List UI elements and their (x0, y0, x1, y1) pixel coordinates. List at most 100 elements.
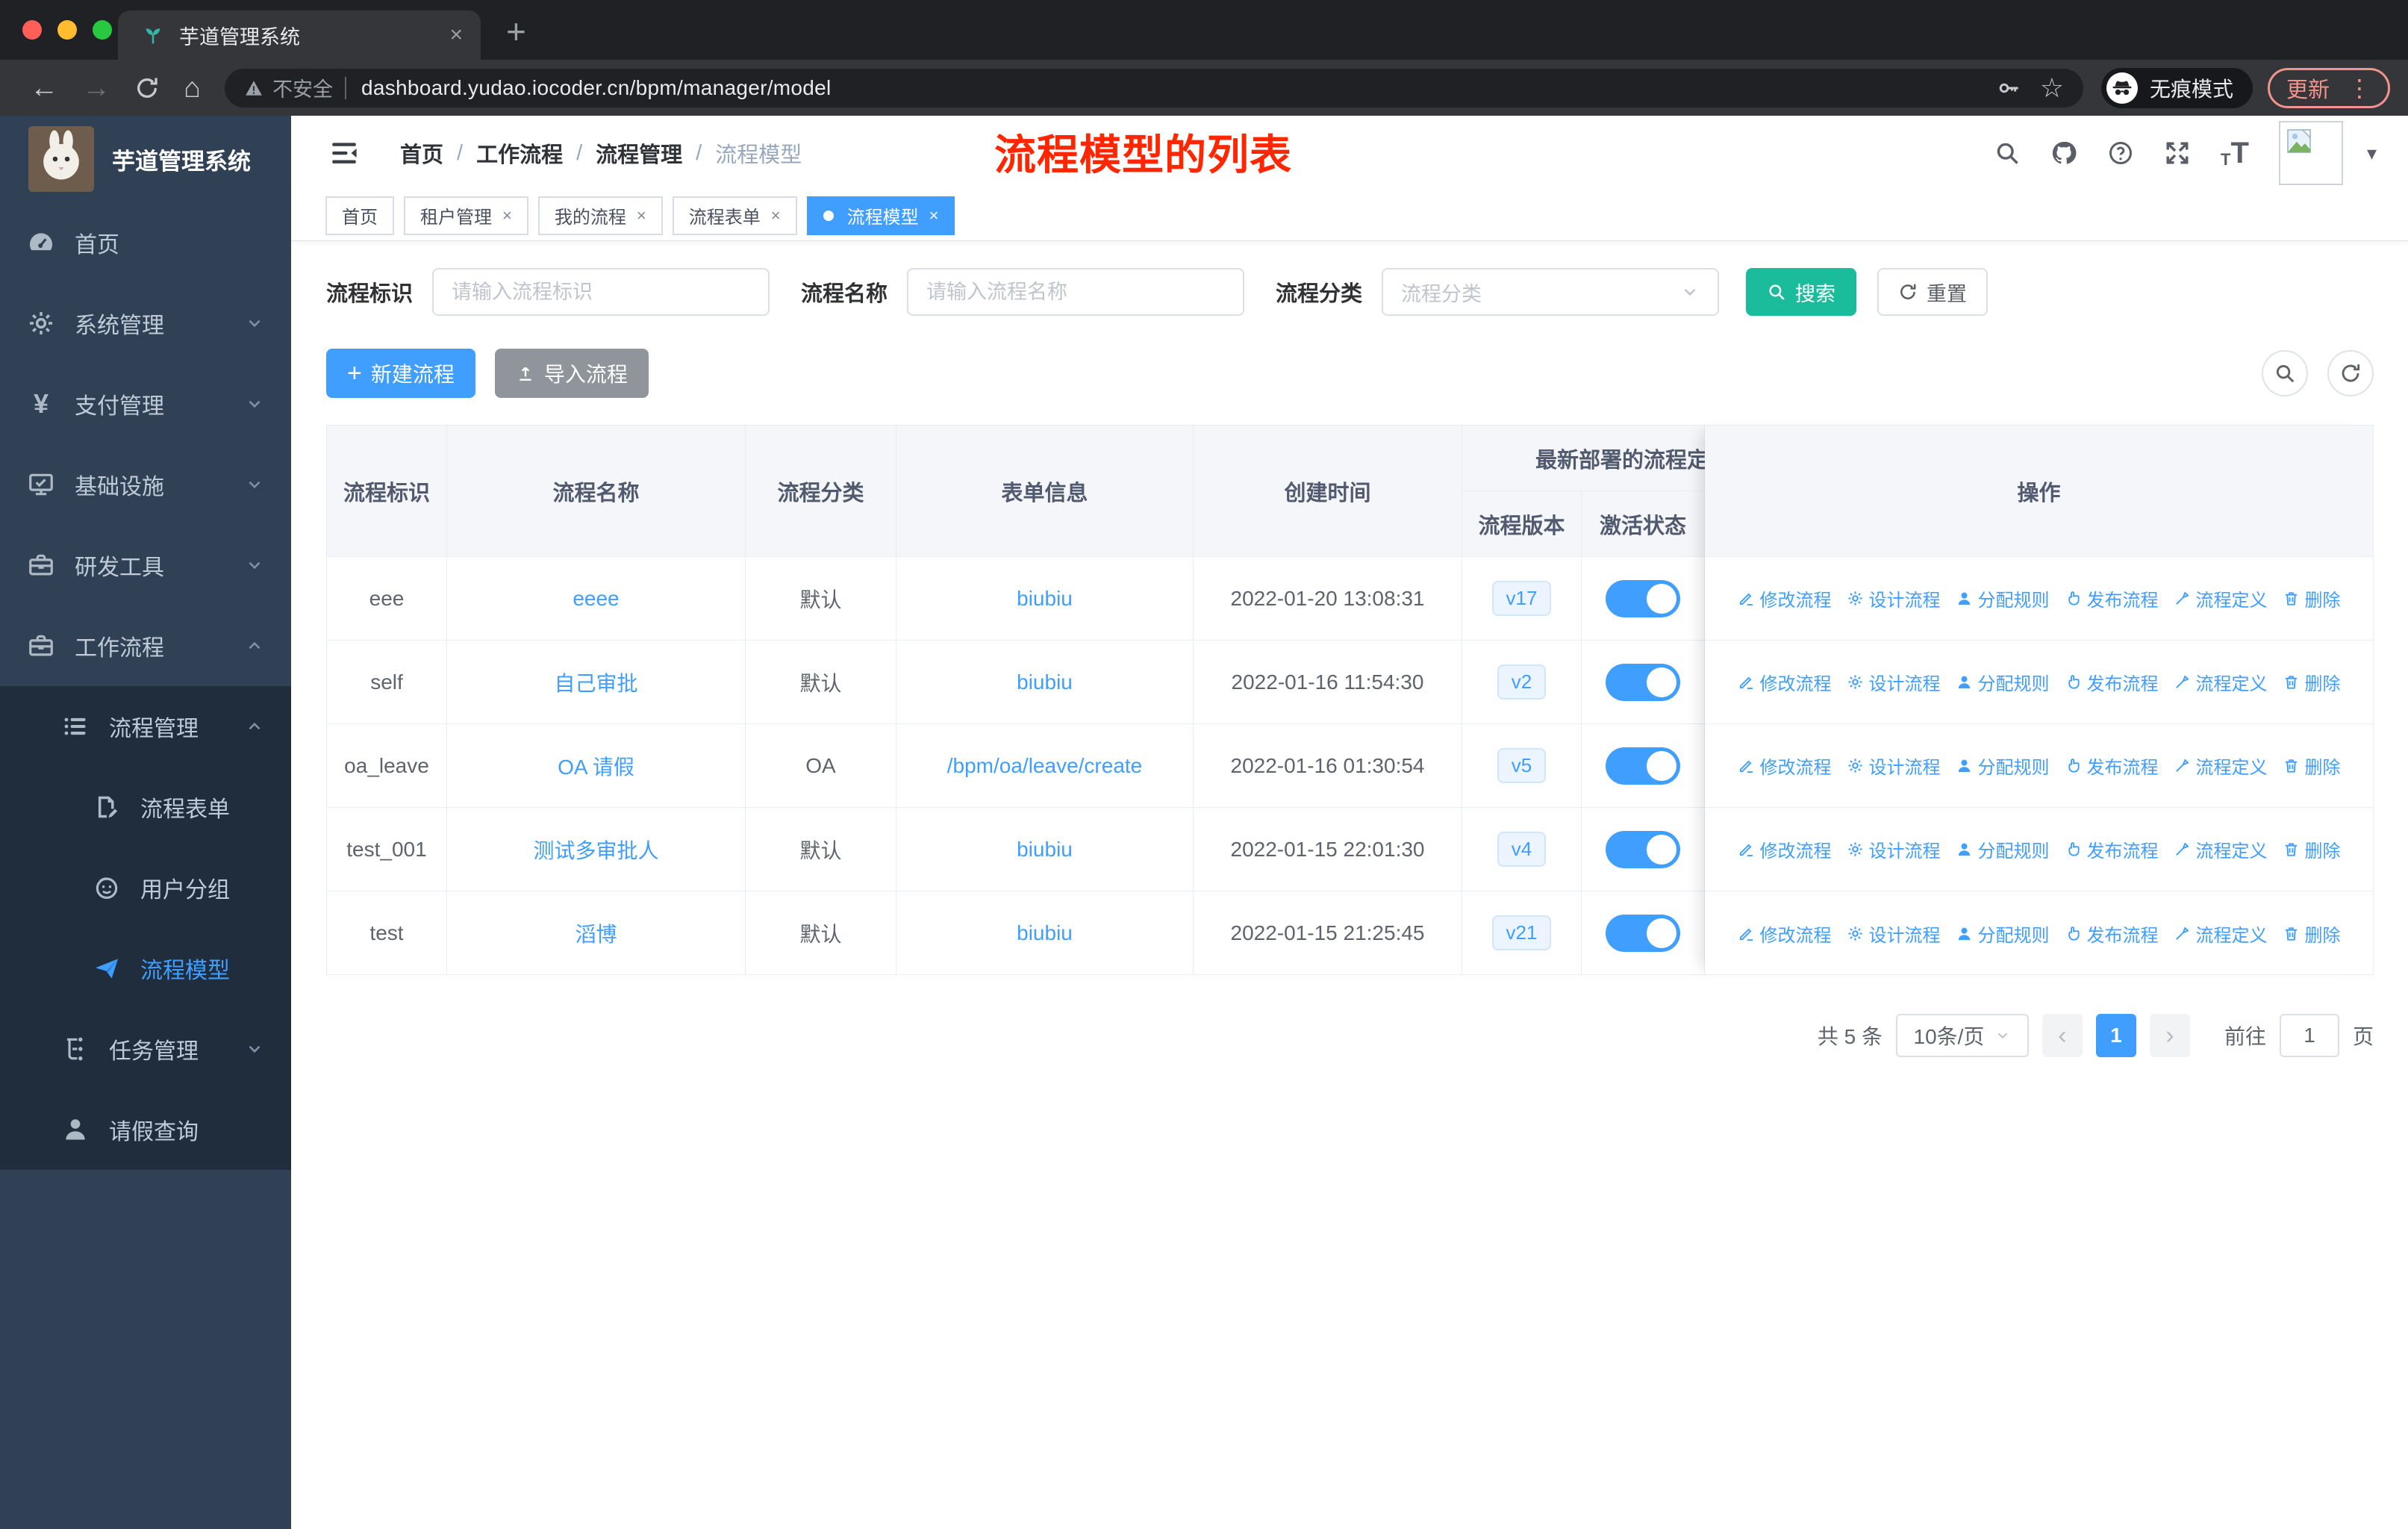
publish-process-link[interactable]: 发布流程 (2065, 921, 2159, 947)
delete-link[interactable]: 删除 (2283, 921, 2341, 947)
assign-rule-link[interactable]: 分配规则 (1956, 753, 2050, 779)
process-name-input[interactable] (907, 268, 1245, 316)
password-key-icon[interactable] (1997, 76, 2021, 100)
version-badge[interactable]: v2 (1497, 664, 1547, 700)
reload-button[interactable] (134, 75, 160, 101)
process-definition-link[interactable]: 流程定义 (2174, 836, 2268, 862)
version-badge[interactable]: v21 (1491, 915, 1552, 950)
modify-process-link[interactable]: 修改流程 (1738, 921, 1832, 947)
font-size-icon[interactable]: TT (2221, 138, 2249, 168)
version-badge[interactable]: v17 (1491, 581, 1552, 616)
sidebar-item-payment[interactable]: ¥ 支付管理 (0, 364, 291, 444)
create-process-button[interactable]: + 新建流程 (326, 349, 475, 398)
design-process-link[interactable]: 设计流程 (1847, 921, 1941, 947)
close-icon[interactable]: × (929, 206, 939, 225)
active-toggle[interactable] (1606, 579, 1680, 617)
category-select[interactable]: 流程分类 (1382, 268, 1720, 316)
design-process-link[interactable]: 设计流程 (1847, 753, 1941, 779)
home-button[interactable]: ⌂ (184, 74, 201, 102)
version-badge[interactable]: v4 (1497, 832, 1547, 867)
breadcrumb-workflow[interactable]: 工作流程 (476, 137, 563, 169)
tag-process-form[interactable]: 流程表单 × (672, 196, 797, 235)
design-process-link[interactable]: 设计流程 (1847, 836, 1941, 862)
github-icon[interactable] (2050, 140, 2077, 166)
browser-tab[interactable]: 芋道管理系统 × (118, 10, 481, 60)
process-definition-link[interactable]: 流程定义 (2174, 669, 2268, 695)
process-name-link[interactable]: eeee (447, 557, 746, 641)
close-window-button[interactable] (22, 20, 42, 40)
prev-page-button[interactable]: ‹ (2042, 1014, 2083, 1057)
delete-link[interactable]: 删除 (2283, 585, 2341, 611)
reset-button[interactable]: 重置 (1877, 268, 1989, 316)
assign-rule-link[interactable]: 分配规则 (1956, 585, 2050, 611)
process-definition-link[interactable]: 流程定义 (2174, 921, 2268, 947)
design-process-link[interactable]: 设计流程 (1847, 669, 1941, 695)
tag-home[interactable]: 首页 (325, 196, 394, 235)
delete-link[interactable]: 删除 (2283, 836, 2341, 862)
sidebar-item-workflow[interactable]: 工作流程 (0, 605, 291, 686)
delete-link[interactable]: 删除 (2283, 753, 2341, 779)
breadcrumb-home[interactable]: 首页 (400, 137, 443, 169)
url-text[interactable]: dashboard.yudao.iocoder.cn/bpm/manager/m… (361, 76, 832, 100)
modify-process-link[interactable]: 修改流程 (1738, 753, 1832, 779)
next-page-button[interactable]: › (2149, 1014, 2190, 1057)
avatar-caret-icon[interactable]: ▾ (2367, 142, 2377, 165)
process-name-link[interactable]: 滔博 (447, 891, 746, 975)
browser-update-pill[interactable]: 更新 ⋮ (2267, 67, 2390, 108)
active-toggle[interactable] (1606, 663, 1680, 701)
publish-process-link[interactable]: 发布流程 (2065, 836, 2159, 862)
sidebar-item-user-group[interactable]: 用户分组 (0, 847, 291, 928)
back-button[interactable]: ← (30, 74, 58, 102)
tag-process-model[interactable]: 流程模型 × (806, 196, 955, 235)
assign-rule-link[interactable]: 分配规则 (1956, 669, 2050, 695)
tag-my-process[interactable]: 我的流程 × (537, 196, 663, 235)
current-page-button[interactable]: 1 (2095, 1014, 2136, 1057)
delete-link[interactable]: 删除 (2283, 669, 2341, 695)
update-button[interactable]: 更新 (2286, 72, 2330, 104)
sidebar-item-task-manage[interactable]: 任务管理 (0, 1009, 291, 1089)
modify-process-link[interactable]: 修改流程 (1738, 836, 1832, 862)
close-icon[interactable]: × (771, 206, 781, 225)
close-icon[interactable]: × (637, 206, 646, 225)
sidebar-item-system[interactable]: 系统管理 (0, 283, 291, 364)
address-bar[interactable]: 不安全 dashboard.yudao.iocoder.cn/bpm/manag… (224, 68, 2083, 108)
assign-rule-link[interactable]: 分配规则 (1956, 921, 2050, 947)
toggle-search-button[interactable] (2262, 350, 2308, 396)
sidebar-item-process-form[interactable]: 流程表单 (0, 767, 291, 847)
process-name-link[interactable]: 测试多审批人 (447, 808, 746, 891)
close-icon[interactable]: × (502, 206, 512, 225)
help-icon[interactable] (2107, 140, 2134, 166)
search-button[interactable]: 搜索 (1746, 268, 1857, 316)
process-definition-link[interactable]: 流程定义 (2174, 585, 2268, 611)
search-icon[interactable] (1994, 140, 2021, 166)
refresh-table-button[interactable] (2327, 350, 2374, 396)
form-info-link[interactable]: biubiu (896, 891, 1194, 975)
sidebar-item-devtools[interactable]: 研发工具 (0, 525, 291, 605)
process-key-input[interactable] (432, 268, 770, 316)
sidebar-collapse-icon[interactable] (328, 137, 360, 169)
process-name-link[interactable]: 自己审批 (447, 641, 746, 724)
active-toggle[interactable] (1606, 830, 1680, 868)
tab-close-icon[interactable]: × (449, 24, 463, 46)
form-info-link[interactable]: biubiu (896, 641, 1194, 724)
goto-page-input[interactable] (2279, 1014, 2339, 1057)
browser-menu-icon[interactable]: ⋮ (2348, 76, 2371, 100)
modify-process-link[interactable]: 修改流程 (1738, 585, 1832, 611)
process-definition-link[interactable]: 流程定义 (2174, 753, 2268, 779)
publish-process-link[interactable]: 发布流程 (2065, 753, 2159, 779)
page-size-select[interactable]: 10条/页 (1895, 1014, 2029, 1057)
form-info-link[interactable]: /bpm/oa/leave/create (896, 724, 1194, 808)
process-name-link[interactable]: OA 请假 (447, 724, 746, 808)
tag-tenant[interactable]: 租户管理 × (404, 196, 528, 235)
modify-process-link[interactable]: 修改流程 (1738, 669, 1832, 695)
publish-process-link[interactable]: 发布流程 (2065, 669, 2159, 695)
sidebar-item-infra[interactable]: 基础设施 (0, 444, 291, 525)
form-info-link[interactable]: biubiu (896, 808, 1194, 891)
sidebar-item-process-manage[interactable]: 流程管理 (0, 686, 291, 767)
active-toggle[interactable] (1606, 914, 1680, 952)
avatar[interactable] (2278, 121, 2343, 185)
window-controls[interactable] (22, 20, 112, 40)
breadcrumb-process-manage[interactable]: 流程管理 (596, 137, 682, 169)
fullscreen-icon[interactable] (2164, 140, 2191, 166)
version-badge[interactable]: v5 (1497, 748, 1547, 783)
